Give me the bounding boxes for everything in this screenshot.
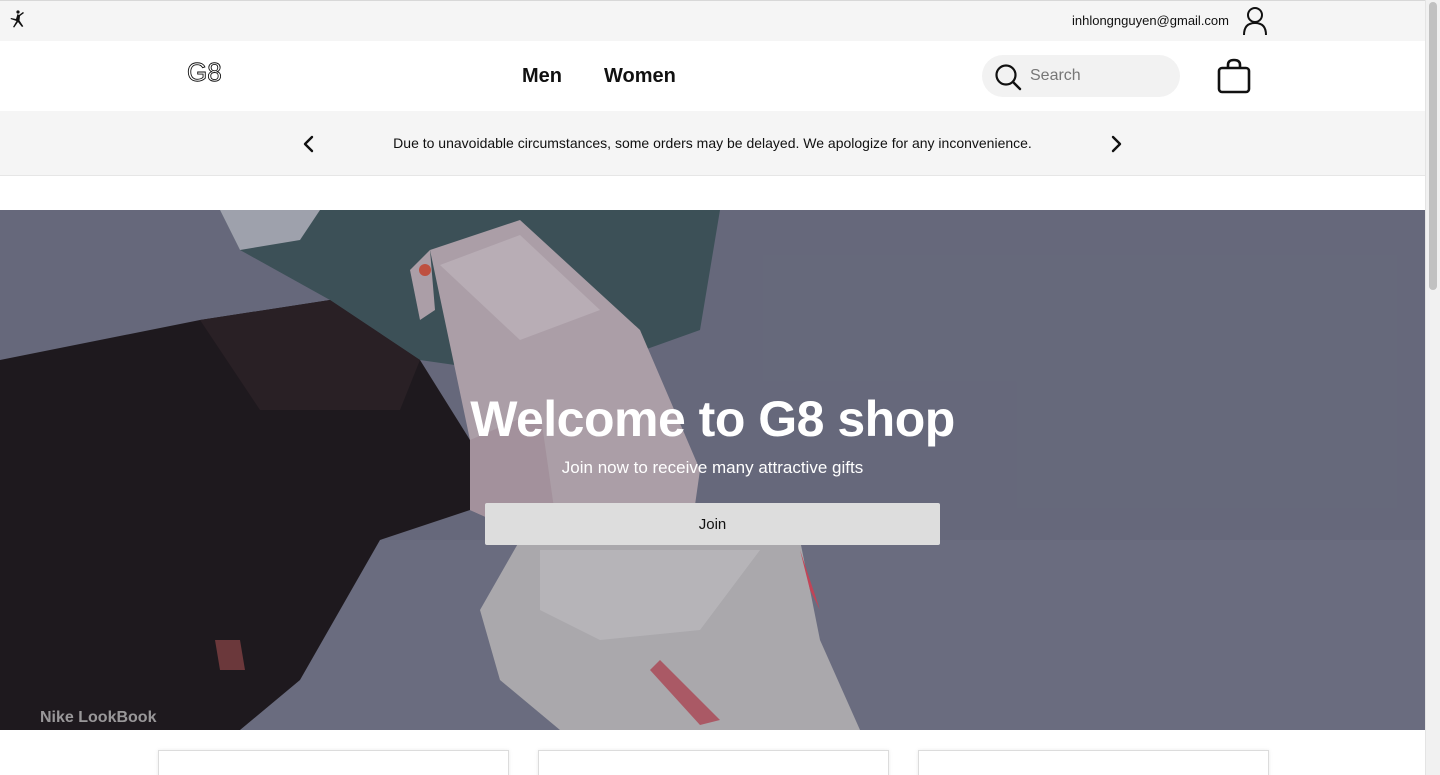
join-button[interactable]: Join — [485, 503, 940, 545]
product-card[interactable] — [538, 750, 889, 775]
search-icon[interactable] — [994, 63, 1022, 91]
hero-credit: Nike LookBook — [40, 709, 157, 726]
hero-banner: Welcome to G8 shop Join now to receive m… — [0, 210, 1425, 730]
utility-bar: inhlongnguyen@gmail.com — [0, 0, 1425, 41]
user-icon[interactable] — [1241, 6, 1269, 36]
hero-title: Welcome to G8 shop — [470, 391, 955, 447]
jumpman-logo-icon[interactable] — [7, 9, 27, 29]
announcement-bar: Due to unavoidable circumstances, some o… — [0, 111, 1425, 176]
page: inhlongnguyen@gmail.com G8 Men Women Sea… — [0, 0, 1440, 775]
user-email[interactable]: inhlongnguyen@gmail.com — [1072, 13, 1229, 28]
product-card[interactable] — [158, 750, 509, 775]
search-input[interactable] — [1030, 63, 1170, 89]
hero-subtitle: Join now to receive many attractive gift… — [561, 458, 864, 477]
product-card[interactable] — [918, 750, 1269, 775]
scrollbar-thumb[interactable] — [1429, 2, 1437, 290]
brand-logo[interactable]: G8 — [187, 57, 227, 87]
chevron-right-icon[interactable] — [1106, 134, 1126, 154]
shopping-bag-icon[interactable] — [1217, 58, 1251, 94]
main-nav: G8 Men Women — [0, 41, 1425, 111]
nav-link-women[interactable]: Women — [604, 65, 676, 88]
scrollbar[interactable] — [1425, 0, 1440, 775]
search-box[interactable] — [982, 55, 1180, 97]
announcement-text: Due to unavoidable circumstances, some o… — [393, 135, 1032, 151]
svg-text:G8: G8 — [187, 57, 222, 87]
nav-link-men[interactable]: Men — [522, 65, 562, 88]
